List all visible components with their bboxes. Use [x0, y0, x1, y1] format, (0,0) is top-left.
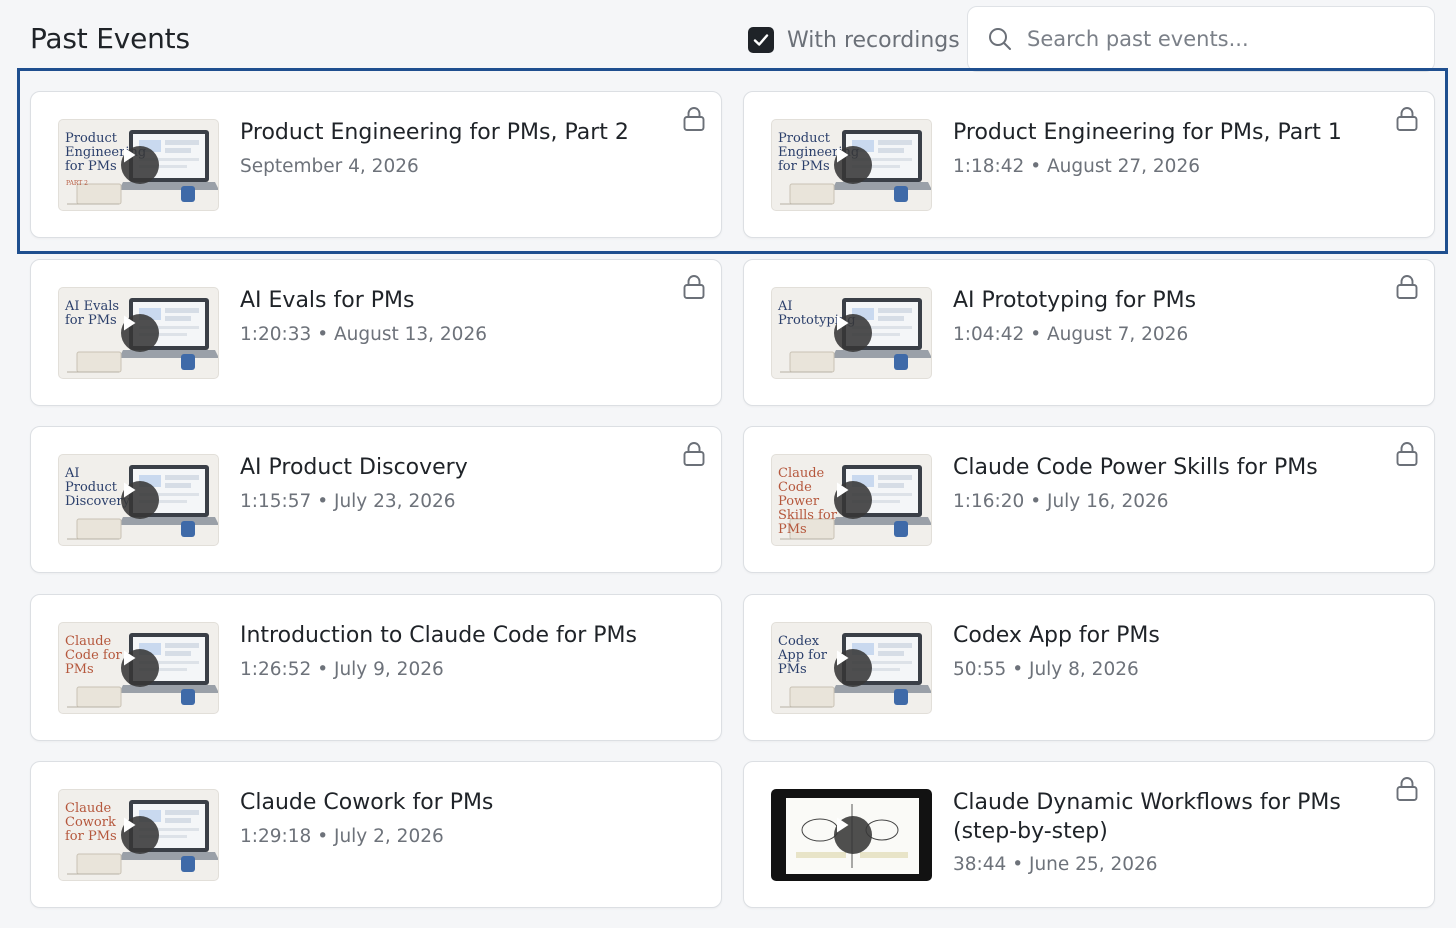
lock-icon — [1395, 106, 1419, 132]
event-thumbnail[interactable]: Claude Code for PMs — [58, 621, 219, 714]
play-button[interactable] — [834, 313, 872, 352]
event-title[interactable]: AI Evals for PMs — [240, 286, 660, 315]
play-icon — [124, 817, 136, 833]
event-card[interactable]: Claude Code Power Skills for PMs Claude C… — [743, 426, 1435, 573]
play-icon — [124, 147, 136, 163]
event-card[interactable]: Product Engineering for PMs Product Engin… — [743, 91, 1435, 238]
play-icon — [837, 147, 849, 163]
event-meta: 1:15:57 • July 23, 2026 — [240, 491, 456, 512]
play-icon — [837, 482, 849, 498]
event-card[interactable]: Product Engineering for PMs PART 2 Product… — [30, 91, 722, 238]
event-title[interactable]: Claude Cowork for PMs — [240, 788, 660, 817]
event-meta: 1:16:20 • July 16, 2026 — [953, 491, 1169, 512]
event-thumbnail[interactable]: Product Engineering for PMs PART 2 — [58, 119, 219, 211]
search-icon — [989, 28, 1011, 50]
play-icon — [124, 482, 136, 498]
page-header: Past Events With recordings — [0, 0, 1456, 80]
event-meta: 38:44 • June 25, 2026 — [953, 854, 1158, 875]
check-icon — [753, 34, 769, 46]
play-button[interactable] — [834, 816, 872, 854]
event-card[interactable]: AI Product Discovery AI Product Discovery… — [30, 426, 722, 573]
play-button[interactable] — [121, 816, 159, 854]
event-card[interactable]: Claude Cowork for PMs Claude Cowork for P… — [30, 761, 722, 908]
event-meta: 1:20:33 • August 13, 2026 — [240, 323, 487, 345]
event-thumbnail[interactable]: Product Engineering for PMs — [771, 119, 932, 211]
event-thumbnail[interactable]: AI Evals for PMs — [58, 286, 219, 379]
event-thumbnail[interactable]: Claude Cowork for PMs — [58, 789, 219, 881]
event-card[interactable]: AI Prototyping AI Prototyping for PMs 1:04… — [743, 258, 1435, 406]
page-title: Past Events — [30, 22, 190, 55]
lock-icon — [1395, 776, 1419, 802]
event-card[interactable]: Claude Code for PMs Introduction to Claud… — [30, 593, 722, 741]
play-button[interactable] — [121, 146, 159, 184]
search-input[interactable] — [1027, 27, 1407, 51]
thumbnail-subtitle: PART 2 — [66, 180, 88, 187]
filter-label: With recordings — [787, 27, 960, 53]
event-thumbnail[interactable]: Claude Code Power Skills for PMs — [771, 454, 932, 546]
event-title[interactable]: Claude Dynamic Workflows for PMs (step-b… — [953, 788, 1373, 846]
event-card[interactable]: Claude Dynamic Workflows for PMs (step-b… — [743, 761, 1435, 908]
event-meta: September 4, 2026 — [240, 156, 419, 177]
play-icon — [124, 315, 136, 330]
play-button[interactable] — [834, 648, 872, 687]
event-meta: 1:18:42 • August 27, 2026 — [953, 156, 1200, 177]
event-title[interactable]: Claude Code Power Skills for PMs — [953, 453, 1373, 482]
event-thumbnail[interactable]: AI Prototyping — [771, 286, 932, 379]
play-button[interactable] — [834, 481, 872, 519]
play-button[interactable] — [121, 481, 159, 519]
event-title[interactable]: Product Engineering for PMs, Part 1 — [953, 118, 1373, 147]
lock-icon — [682, 106, 706, 132]
play-button[interactable] — [121, 313, 159, 352]
search-box[interactable] — [967, 6, 1435, 72]
event-meta: 1:29:18 • July 2, 2026 — [240, 826, 444, 847]
event-title[interactable]: Introduction to Claude Code for PMs — [240, 621, 660, 650]
event-thumbnail[interactable]: Codex App for PMs — [771, 621, 932, 714]
event-meta: 50:55 • July 8, 2026 — [953, 658, 1139, 680]
event-title[interactable]: AI Product Discovery — [240, 453, 660, 482]
lock-icon — [1395, 441, 1419, 467]
lock-icon — [1395, 274, 1419, 300]
event-meta: 1:26:52 • July 9, 2026 — [240, 658, 444, 680]
event-card[interactable]: Codex App for PMs Codex App for PMs 50:55 … — [743, 593, 1435, 741]
event-title[interactable]: Codex App for PMs — [953, 621, 1373, 650]
event-card[interactable]: AI Evals for PMs AI Evals for PMs 1:20:33 … — [30, 258, 722, 406]
event-thumbnail[interactable]: AI Product Discovery — [58, 454, 219, 546]
lock-icon — [682, 274, 706, 300]
event-title[interactable]: AI Prototyping for PMs — [953, 286, 1373, 315]
play-icon — [124, 650, 136, 665]
recordings-checkbox[interactable] — [748, 27, 774, 53]
event-thumbnail[interactable] — [771, 789, 932, 881]
lock-icon — [682, 441, 706, 467]
play-icon — [837, 817, 849, 833]
play-icon — [837, 315, 849, 330]
play-button[interactable] — [834, 146, 872, 184]
event-title[interactable]: Product Engineering for PMs, Part 2 — [240, 118, 660, 147]
event-meta: 1:04:42 • August 7, 2026 — [953, 323, 1189, 345]
play-icon — [837, 650, 849, 665]
play-button[interactable] — [121, 648, 159, 687]
with-recordings-filter[interactable]: With recordings — [748, 26, 960, 54]
